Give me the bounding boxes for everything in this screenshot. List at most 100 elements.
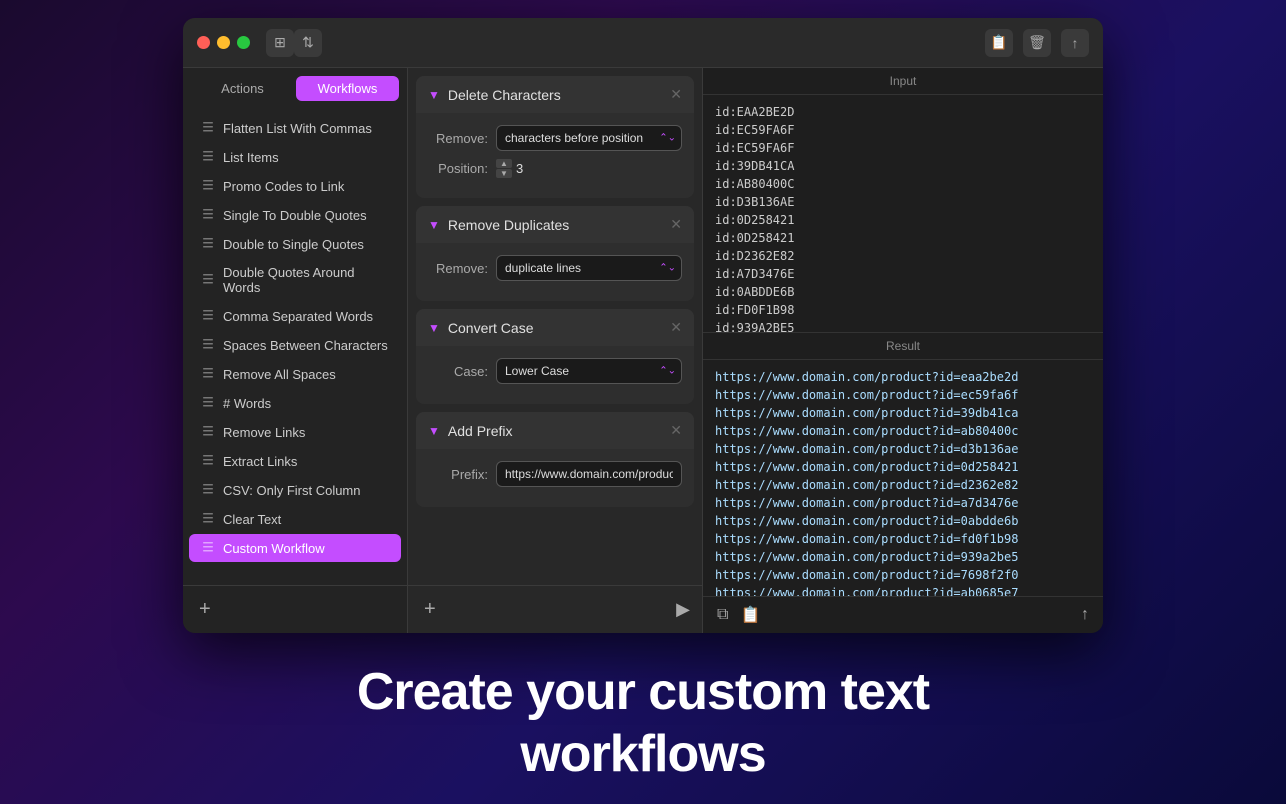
sidebar-item-promo-codes[interactable]: Promo Codes to Link [189, 172, 401, 200]
list-icon [201, 482, 215, 498]
sidebar-item-label: Double to Single Quotes [223, 237, 364, 252]
sidebar-item-words[interactable]: # Words [189, 389, 401, 417]
result-line: https://www.domain.com/product?id=39db41… [715, 404, 1091, 422]
stepper-up-button[interactable]: ▲ [496, 159, 512, 168]
sidebar-item-label: Spaces Between Characters [223, 338, 388, 353]
result-line: https://www.domain.com/product?id=0d2584… [715, 458, 1091, 476]
form-label: Prefix: [428, 467, 488, 482]
result-text-area[interactable]: https://www.domain.com/product?id=eaa2be… [703, 360, 1103, 597]
trash-icon[interactable]: 🗑 [1023, 29, 1051, 57]
sidebar-item-double-to-single[interactable]: Double to Single Quotes [189, 230, 401, 258]
card-arrow-icon: ▼ [428, 88, 440, 102]
sidebar-item-clear-text[interactable]: Clear Text [189, 505, 401, 533]
bottom-line1: Create your custom text [357, 661, 929, 723]
maximize-button[interactable] [237, 36, 250, 49]
input-section: Input id:EAA2BE2Did:EC59FA6Fid:EC59FA6Fi… [703, 68, 1103, 332]
list-icon [201, 540, 215, 556]
sidebar-item-list-items[interactable]: List Items [189, 143, 401, 171]
right-panel-footer: ⧉ 📋 ↑ [703, 596, 1103, 633]
card-close-button[interactable]: ✕ [670, 86, 682, 103]
sidebar-item-remove-all-spaces[interactable]: Remove All Spaces [189, 360, 401, 388]
sidebar-item-label: Remove All Spaces [223, 367, 336, 382]
sidebar-tabs: Actions Workflows [183, 68, 407, 109]
card-title: Convert Case [448, 320, 670, 336]
add-step-button[interactable]: + [420, 594, 440, 625]
export-icon[interactable]: ↑ [1061, 29, 1089, 57]
stepper-down-button[interactable]: ▼ [496, 169, 512, 178]
result-line: https://www.domain.com/product?id=ec59fa… [715, 386, 1091, 404]
result-section: Result https://www.domain.com/product?id… [703, 333, 1103, 597]
sidebar-item-custom-workflow[interactable]: Custom Workflow [189, 534, 401, 562]
list-icon [201, 207, 215, 223]
run-workflow-button[interactable]: ▶ [676, 599, 690, 620]
document-icon[interactable]: 📋 [985, 29, 1013, 57]
card-close-button[interactable]: ✕ [670, 216, 682, 233]
form-input-add-prefix[interactable] [496, 461, 682, 487]
result-line: https://www.domain.com/product?id=0abdde… [715, 512, 1091, 530]
card-body: Remove:characters before positioncharact… [416, 113, 694, 198]
form-label: Position: [428, 161, 488, 176]
result-header: Result [703, 333, 1103, 360]
list-icon [201, 236, 215, 252]
share-icon[interactable]: ⇅ [294, 29, 322, 57]
card-header-remove-duplicates[interactable]: ▼Remove Duplicates✕ [416, 206, 694, 243]
export-result-button[interactable]: ↑ [1079, 604, 1091, 626]
form-label: Case: [428, 364, 488, 379]
card-body: Prefix: [416, 449, 694, 507]
card-header-delete-chars[interactable]: ▼Delete Characters✕ [416, 76, 694, 113]
select-wrapper: duplicate linesduplicate wordsduplicate … [496, 255, 682, 281]
sidebar-item-single-to-double[interactable]: Single To Double Quotes [189, 201, 401, 229]
sidebar-item-double-quotes-around[interactable]: Double Quotes Around Words [189, 259, 401, 301]
card-close-button[interactable]: ✕ [670, 422, 682, 439]
sidebar-item-label: Single To Double Quotes [223, 208, 367, 223]
sidebar-item-spaces-between[interactable]: Spaces Between Characters [189, 331, 401, 359]
card-arrow-icon: ▼ [428, 218, 440, 232]
list-icon [201, 511, 215, 527]
input-text-area[interactable]: id:EAA2BE2Did:EC59FA6Fid:EC59FA6Fid:39DB… [703, 95, 1103, 332]
result-line: https://www.domain.com/product?id=eaa2be… [715, 368, 1091, 386]
card-header-add-prefix[interactable]: ▼Add Prefix✕ [416, 412, 694, 449]
sidebar-item-label: Double Quotes Around Words [223, 265, 389, 295]
sidebar-item-csv-first-col[interactable]: CSV: Only First Column [189, 476, 401, 504]
tab-actions[interactable]: Actions [191, 76, 294, 101]
list-icon [201, 453, 215, 469]
title-bar-right: 📋 🗑 ↑ [985, 29, 1089, 57]
add-workflow-button[interactable]: + [195, 594, 215, 625]
tab-workflows[interactable]: Workflows [296, 76, 399, 101]
input-line: id:D2362E82 [715, 247, 1091, 265]
stepper-value: 3 [516, 161, 536, 176]
sidebar-item-extract-links[interactable]: Extract Links [189, 447, 401, 475]
paste-icon[interactable]: 📋 [738, 603, 762, 627]
input-line: id:939A2BE5 [715, 319, 1091, 332]
card-header-convert-case[interactable]: ▼Convert Case✕ [416, 309, 694, 346]
panel-sections: Input id:EAA2BE2Did:EC59FA6Fid:EC59FA6Fi… [703, 68, 1103, 596]
sidebar-item-remove-links[interactable]: Remove Links [189, 418, 401, 446]
traffic-lights [197, 36, 250, 49]
input-line: id:EC59FA6F [715, 121, 1091, 139]
result-line: https://www.domain.com/product?id=ab8040… [715, 422, 1091, 440]
form-row: Prefix: [428, 461, 682, 487]
stepper-wrapper: ▲▼ 3 [496, 159, 536, 178]
input-line: id:EAA2BE2D [715, 103, 1091, 121]
form-row: Position: ▲▼ 3 [428, 159, 682, 178]
center-panel: ▼Delete Characters✕Remove:characters bef… [408, 68, 703, 633]
sidebar: Actions Workflows Flatten List With Comm… [183, 68, 408, 633]
workflow-cards-list: ▼Delete Characters✕Remove:characters bef… [408, 68, 702, 585]
sidebar-toggle-icon[interactable]: ⊞ [266, 29, 294, 57]
input-line: id:0D258421 [715, 229, 1091, 247]
sidebar-item-flatten-list[interactable]: Flatten List With Commas [189, 114, 401, 142]
sidebar-item-comma-separated[interactable]: Comma Separated Words [189, 302, 401, 330]
form-select-convert-case[interactable]: Lower CaseUpper CaseTitle CaseSentence C… [496, 358, 682, 384]
card-body: Remove:duplicate linesduplicate wordsdup… [416, 243, 694, 301]
sidebar-item-label: Extract Links [223, 454, 297, 469]
form-select-remove-duplicates[interactable]: duplicate linesduplicate wordsduplicate … [496, 255, 682, 281]
card-close-button[interactable]: ✕ [670, 319, 682, 336]
form-select-delete-chars[interactable]: characters before positioncharacters aft… [496, 125, 682, 151]
form-row: Remove:duplicate linesduplicate wordsdup… [428, 255, 682, 281]
close-button[interactable] [197, 36, 210, 49]
input-header: Input [703, 68, 1103, 95]
workflow-card-remove-duplicates: ▼Remove Duplicates✕ Remove:duplicate line… [416, 206, 694, 301]
minimize-button[interactable] [217, 36, 230, 49]
sidebar-item-label: Remove Links [223, 425, 305, 440]
copy-icon[interactable]: ⧉ [715, 603, 730, 627]
